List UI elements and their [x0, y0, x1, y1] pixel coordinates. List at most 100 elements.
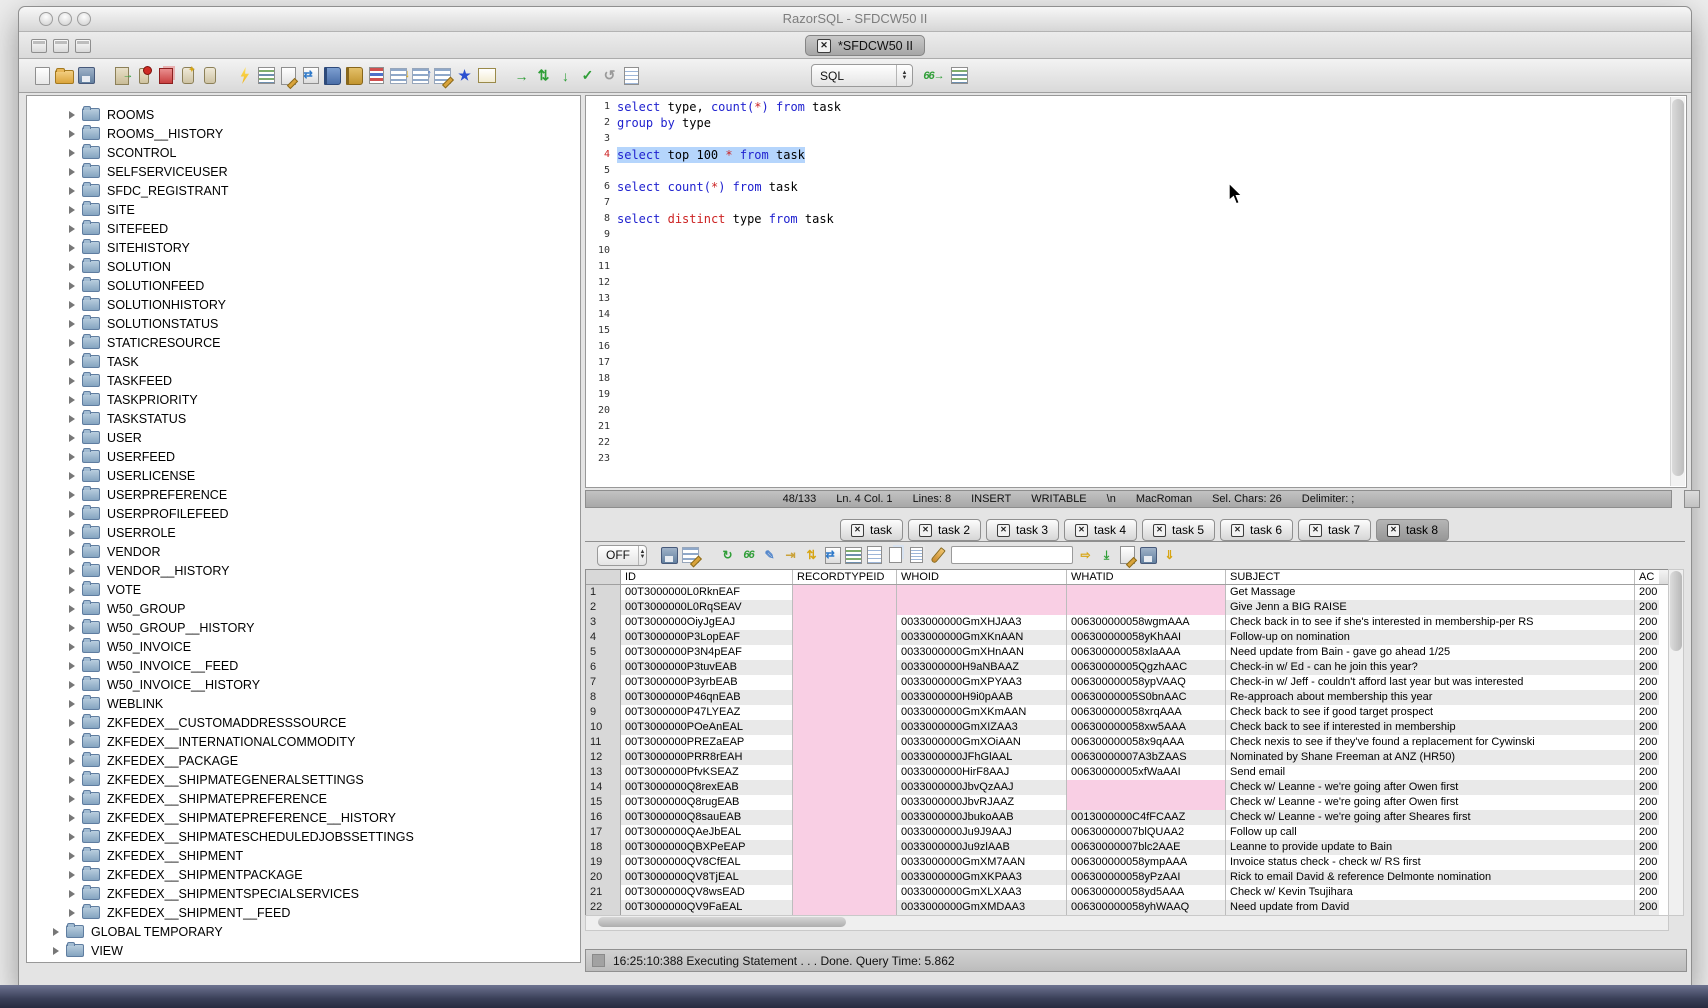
table-cell[interactable]: 006300000058x9qAAA — [1067, 735, 1226, 750]
table-cell[interactable]: 0033000000GmXM7AAN — [897, 855, 1067, 870]
edit-sql-icon[interactable] — [278, 65, 299, 86]
tree-item-zkfedex__shipmatepreference[interactable]: ZKFEDEX__SHIPMATEPREFERENCE — [27, 789, 580, 808]
table-cell[interactable]: 00T3000000PfvKSEAZ — [621, 765, 793, 780]
table-cell[interactable]: 00T3000000POeAnEAL — [621, 720, 793, 735]
tree-item-solutionhistory[interactable]: SOLUTIONHISTORY — [27, 295, 580, 314]
disclosure-triangle-icon[interactable] — [69, 377, 75, 385]
column-header-whatid[interactable]: WHATID — [1067, 570, 1226, 584]
tree-item-taskfeed[interactable]: TASKFEED — [27, 371, 580, 390]
result-tab-task-6[interactable]: ✕task 6 — [1220, 519, 1293, 541]
save-file-icon[interactable] — [76, 65, 97, 86]
close-tab-icon[interactable]: ✕ — [1075, 524, 1088, 537]
table-cell[interactable]: 200 — [1635, 675, 1659, 690]
table-cell[interactable]: Check-in w/ Jeff - couldn't afford last … — [1226, 675, 1635, 690]
table-cell[interactable]: Follow up call — [1226, 825, 1635, 840]
stepper-icon[interactable]: ▲▼ — [896, 65, 912, 86]
table-cell[interactable]: Check w/ Kevin Tsujihara — [1226, 885, 1635, 900]
save-grid-icon[interactable] — [1140, 546, 1157, 565]
disclosure-triangle-icon[interactable] — [69, 757, 75, 765]
disclosure-triangle-icon[interactable] — [69, 453, 75, 461]
editor-line[interactable]: 18 — [586, 371, 1686, 387]
table-cell[interactable]: 0033000000GmXKnAAN — [897, 630, 1067, 645]
table-row[interactable]: 200T3000000L0RqSEAVGive Jenn a BIG RAISE… — [586, 600, 1668, 615]
disclosure-triangle-icon[interactable] — [69, 814, 75, 822]
table-cell[interactable]: 00630000005S0bnAAC — [1067, 690, 1226, 705]
table-cell[interactable] — [793, 840, 897, 855]
disclosure-triangle-icon[interactable] — [69, 662, 75, 670]
table-cell[interactable]: Check back to see if interested in membe… — [1226, 720, 1635, 735]
result-tab-task-4[interactable]: ✕task 4 — [1064, 519, 1137, 541]
table-cell[interactable]: 0033000000HirF8AAJ — [897, 765, 1067, 780]
table-cell[interactable]: 006300000058ypVAAQ — [1067, 675, 1226, 690]
tree-item-w50_group__history[interactable]: W50_GROUP__HISTORY — [27, 618, 580, 637]
disclosure-triangle-icon[interactable] — [69, 263, 75, 271]
table-cell[interactable] — [793, 720, 897, 735]
disclosure-triangle-icon[interactable] — [69, 111, 75, 119]
connect-icon[interactable] — [111, 65, 132, 86]
table-cell[interactable]: Check back to see if good target prospec… — [1226, 705, 1635, 720]
table-cell[interactable]: 00T3000000QV8wsEAD — [621, 885, 793, 900]
table-cell[interactable] — [793, 675, 897, 690]
table-cell[interactable]: Check back in to see if she's interested… — [1226, 615, 1635, 630]
table-cell[interactable]: 0033000000JbvQzAAJ — [897, 780, 1067, 795]
table-cell[interactable] — [793, 900, 897, 915]
column-header-ac[interactable]: AC — [1635, 570, 1659, 584]
disclosure-triangle-icon[interactable] — [69, 415, 75, 423]
rollback-icon[interactable] — [199, 65, 220, 86]
table-cell[interactable]: 200 — [1635, 825, 1659, 840]
tree-item-w50_invoice[interactable]: W50_INVOICE — [27, 637, 580, 656]
table-cell[interactable]: 006300000058yhWAAQ — [1067, 900, 1226, 915]
editor-line[interactable]: 21 — [586, 419, 1686, 435]
table-cell[interactable]: 200 — [1635, 630, 1659, 645]
disclosure-triangle-icon[interactable] — [69, 871, 75, 879]
describe-list-icon[interactable] — [949, 65, 970, 86]
stepper-icon[interactable]: ▲▼ — [638, 546, 646, 565]
add-connection-icon[interactable] — [133, 65, 154, 86]
editor-line[interactable]: 12 — [586, 275, 1686, 291]
tree-item-userfeed[interactable]: USERFEED — [27, 447, 580, 466]
table-cell[interactable] — [1067, 600, 1226, 615]
history-book-icon[interactable] — [322, 65, 343, 86]
execute-forward-icon[interactable]: → — [511, 65, 532, 86]
table-cell[interactable]: Give Jenn a BIG RAISE — [1226, 600, 1635, 615]
table-cell[interactable]: 006300000058yPzAAI — [1067, 870, 1226, 885]
disclosure-triangle-icon[interactable] — [69, 301, 75, 309]
table-cell[interactable]: 006300000058ympAAA — [1067, 855, 1226, 870]
table-row[interactable]: 2100T3000000QV8wsEAD0033000000GmXLXAA300… — [586, 885, 1668, 900]
insert-row-icon[interactable]: ⇥ — [782, 546, 799, 565]
table-cell[interactable] — [1067, 780, 1226, 795]
table-row[interactable]: 1500T3000000Q8rugEAB0033000000JbvRJAAZCh… — [586, 795, 1668, 810]
table-cell[interactable]: 200 — [1635, 765, 1659, 780]
table-tools-icon[interactable] — [476, 65, 497, 86]
table-cell[interactable]: 200 — [1635, 705, 1659, 720]
table-cell[interactable]: 00T3000000QV8CfEAL — [621, 855, 793, 870]
table-cell[interactable]: 00T3000000PRR8rEAH — [621, 750, 793, 765]
open-file-icon[interactable] — [54, 65, 75, 86]
table-cell[interactable]: Re-approach about membership this year — [1226, 690, 1635, 705]
sync-arrows-icon[interactable]: ⇅ — [533, 65, 554, 86]
table-cell[interactable]: 00T3000000QV8TjEAL — [621, 870, 793, 885]
tree-item-zkfedex__customaddresssource[interactable]: ZKFEDEX__CUSTOMADDRESSSOURCE — [27, 713, 580, 732]
tree-item-userpreference[interactable]: USERPREFERENCE — [27, 485, 580, 504]
table-cell[interactable]: 0033000000GmXOiAAN — [897, 735, 1067, 750]
editor-line[interactable]: 9 — [586, 227, 1686, 243]
table-cell[interactable]: 200 — [1635, 750, 1659, 765]
table-cell[interactable]: 0033000000GmXLXAA3 — [897, 885, 1067, 900]
explain-plan-icon[interactable] — [256, 65, 277, 86]
tree-item-zkfedex__shipmatepreference__history[interactable]: ZKFEDEX__SHIPMATEPREFERENCE__HISTORY — [27, 808, 580, 827]
disclosure-triangle-icon[interactable] — [69, 206, 75, 214]
clipboard-icon[interactable] — [621, 65, 642, 86]
tree-item-w50_invoice__history[interactable]: W50_INVOICE__HISTORY — [27, 675, 580, 694]
tree-item-task[interactable]: TASK — [27, 352, 580, 371]
result-tab-task-8[interactable]: ✕task 8 — [1376, 519, 1449, 541]
editor-line[interactable]: 2group by type — [586, 115, 1686, 131]
table-cell[interactable]: 200 — [1635, 645, 1659, 660]
table-cell[interactable]: 200 — [1635, 585, 1659, 600]
table-cell[interactable]: Check w/ Leanne - we're going after Shea… — [1226, 810, 1635, 825]
results-vertical-scrollbar[interactable] — [1668, 569, 1684, 916]
table-cell[interactable]: 00T3000000QAeJbEAL — [621, 825, 793, 840]
editor-line[interactable]: 3 — [586, 131, 1686, 147]
table-cell[interactable]: 0033000000Ju9zlAAB — [897, 840, 1067, 855]
tree-item-userrole[interactable]: USERROLE — [27, 523, 580, 542]
tree-item-solutionstatus[interactable]: SOLUTIONSTATUS — [27, 314, 580, 333]
